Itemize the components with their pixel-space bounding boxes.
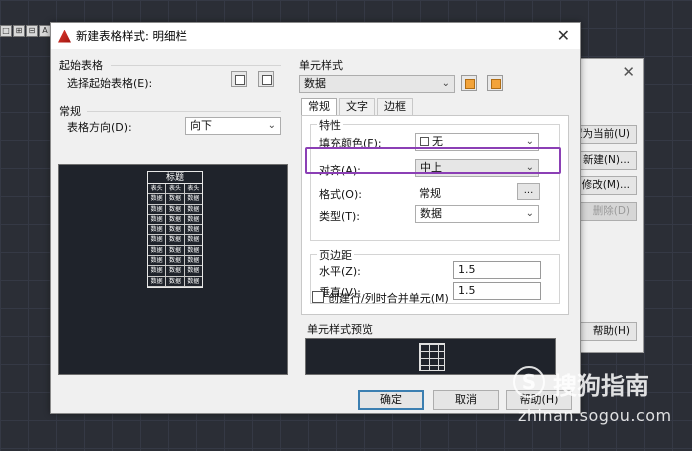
- mini-table-cell: 数据: [187, 215, 200, 223]
- mini-table-row: 数据 数据 数据: [148, 266, 202, 277]
- autocad-icon: [58, 29, 71, 43]
- mini-table-cell: 表头: [166, 184, 185, 194]
- title-bar: 新建表格样式: 明细栏 ✕: [51, 23, 580, 49]
- watermark-url: zhinan.sogou.com: [518, 406, 672, 425]
- mini-table-cell: 数据: [166, 204, 185, 214]
- mini-table-cell: 表头: [187, 185, 200, 192]
- cancel-button[interactable]: 取消: [433, 390, 499, 410]
- mini-table-cell: 数据: [187, 277, 200, 285]
- mini-cell-preview: [419, 343, 445, 371]
- mini-table-row: 数据 数据 数据: [148, 214, 202, 226]
- mini-table-cell: 数据: [187, 226, 200, 234]
- watermark-name: 搜狗指南: [553, 372, 649, 400]
- mini-table-cell: 数据: [187, 236, 200, 244]
- tab-panel-general: 特性 填充颜色(F): 无 ⌄ 对齐(A): 中上 ⌄ 格式(O): 常规 ..…: [301, 115, 569, 315]
- cell-style-value: 数据: [304, 77, 326, 90]
- dialog-title: 新建表格样式: 明细栏: [76, 29, 188, 43]
- start-table-group-label: 起始表格: [59, 59, 103, 72]
- tab-general[interactable]: 常规: [301, 98, 337, 116]
- mini-table-row: 数据 数据 数据: [148, 245, 202, 257]
- mini-table-row: 数据 数据 数据: [148, 204, 202, 215]
- mini-table-cell: 数据: [166, 225, 185, 235]
- new-table-style-dialog: 新建表格样式: 明细栏 ✕ 起始表格 选择起始表格(E): 常规 表格方向(D)…: [50, 22, 581, 414]
- mini-table-cell: 数据: [148, 276, 167, 286]
- horizontal-margin-label: 水平(Z):: [319, 265, 361, 278]
- mini-table-cell: 数据: [166, 256, 185, 266]
- table-direction-select[interactable]: 向下 ⌄: [185, 117, 281, 135]
- mini-table-cell: 数据: [166, 245, 185, 256]
- type-select[interactable]: 数据 ⌄: [415, 205, 539, 223]
- cell-style-select[interactable]: 数据 ⌄: [299, 75, 455, 93]
- mini-table-cell: 数据: [148, 214, 167, 225]
- mini-table-title: 标题: [148, 172, 202, 184]
- toolbar-icon[interactable]: ⊟: [26, 25, 38, 37]
- remove-table-icon[interactable]: [258, 71, 274, 87]
- ok-button[interactable]: 确定: [358, 390, 424, 410]
- horizontal-margin-input[interactable]: 1.5: [453, 261, 541, 279]
- mini-table-cell: 表头: [148, 184, 167, 194]
- close-icon[interactable]: ✕: [622, 63, 635, 81]
- toolbar-icon[interactable]: ⊞: [13, 25, 25, 37]
- margins-legend: 页边距: [317, 247, 354, 263]
- select-table-icon[interactable]: [231, 71, 247, 87]
- mini-table-cell: 数据: [187, 267, 200, 275]
- close-icon[interactable]: ✕: [557, 26, 570, 45]
- mini-table-cell: 数据: [187, 257, 200, 265]
- mini-table-cell: 数据: [148, 194, 167, 204]
- tab-borders[interactable]: 边框: [377, 98, 413, 115]
- mini-table-cell: 数据: [148, 204, 167, 214]
- cell-style-group-label: 单元样式: [299, 59, 343, 72]
- mini-table-cell: 数据: [166, 276, 185, 286]
- mini-table-cell: 数据: [166, 194, 185, 204]
- table-direction-label: 表格方向(D):: [67, 121, 132, 134]
- mini-table-cell: 数据: [166, 266, 185, 276]
- create-cell-style-icon[interactable]: [461, 75, 477, 91]
- tab-text[interactable]: 文字: [339, 98, 375, 115]
- divider: [111, 65, 281, 66]
- select-start-table-label: 选择起始表格(E):: [67, 77, 153, 90]
- vertical-margin-input[interactable]: 1.5: [453, 282, 541, 300]
- mini-table-cell: 数据: [166, 214, 185, 225]
- toolbar-icon[interactable]: □: [0, 25, 12, 37]
- properties-fieldset: 特性 填充颜色(F): 无 ⌄ 对齐(A): 中上 ⌄ 格式(O): 常规 ..…: [310, 117, 560, 241]
- format-value: 常规: [419, 187, 441, 200]
- general-group-label: 常规: [59, 105, 81, 118]
- mini-table-cell: 数据: [187, 195, 200, 203]
- workspace-toolbar: □ ⊞ ⊟ A: [0, 25, 52, 38]
- table-preview: 标题 表头 表头 表头 数据 数据 数据 数据 数据 数据 数据 数据 数据 数据 数据 数据 数据 数据 数据数…: [58, 164, 288, 375]
- chevron-down-icon: ⌄: [441, 78, 450, 89]
- type-label: 类型(T):: [319, 210, 361, 223]
- chevron-down-icon: ⌄: [525, 208, 534, 219]
- type-value: 数据: [420, 207, 442, 220]
- mini-table-cell: 数据: [187, 246, 200, 254]
- color-swatch-icon: [420, 137, 429, 146]
- mini-table-cell: 数据: [148, 245, 167, 256]
- format-browse-button[interactable]: ...: [517, 183, 540, 200]
- mini-table-cell: 数据: [187, 205, 200, 213]
- mini-table-row: 数据 数据 数据: [148, 225, 202, 236]
- mini-table-cell: 数据: [148, 266, 167, 276]
- mini-table-row: 数据 数据 数据: [148, 235, 202, 246]
- cell-preview-label: 单元样式预览: [307, 323, 373, 336]
- manage-cell-style-icon[interactable]: [487, 75, 503, 91]
- divider: [87, 111, 281, 112]
- mini-table-row: 数据 数据 数据: [148, 194, 202, 205]
- table-direction-value: 向下: [190, 119, 212, 132]
- mini-table-cell: 数据: [148, 256, 167, 266]
- sogou-logo-icon: S: [513, 366, 545, 398]
- mini-table-cell: 数据: [166, 235, 185, 245]
- mini-table-cell: 数据: [148, 235, 167, 245]
- mini-table-row: 数据 数据 数据: [148, 256, 202, 267]
- mini-table-row: 数据 数据 数据: [148, 276, 202, 287]
- mini-table: 标题 表头 表头 表头 数据 数据 数据 数据 数据 数据 数据 数据 数据 数据 数据 数据 数据 数据 数据数…: [147, 171, 203, 288]
- mini-table-row: 表头 表头 表头: [148, 184, 202, 195]
- properties-legend: 特性: [317, 117, 343, 133]
- format-label: 格式(O):: [319, 188, 362, 201]
- merge-cells-label: 创建行/列时合并单元(M): [328, 292, 449, 305]
- merge-cells-checkbox[interactable]: [312, 291, 324, 303]
- highlight-annotation: [305, 147, 561, 174]
- mini-table-cell: 数据: [148, 225, 167, 235]
- chevron-down-icon: ⌄: [267, 120, 276, 131]
